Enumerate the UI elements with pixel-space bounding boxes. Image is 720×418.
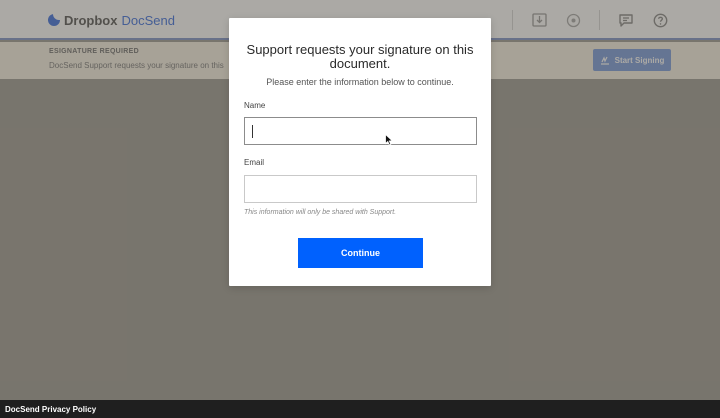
privacy-disclaimer: This information will only be shared wit…	[244, 209, 397, 216]
signature-info-dialog: Support requests your signature on this …	[229, 18, 491, 286]
email-label: Email	[244, 158, 265, 167]
page-footer: DocSend Privacy Policy	[0, 400, 720, 418]
continue-button[interactable]: Continue	[298, 238, 423, 268]
text-caret	[252, 125, 253, 138]
dialog-subtitle: Please enter the information below to co…	[266, 77, 454, 87]
mouse-pointer-icon	[385, 134, 394, 146]
email-field[interactable]	[244, 175, 477, 203]
privacy-policy-link[interactable]: DocSend Privacy Policy	[5, 405, 96, 414]
dialog-title: Support requests your signature on this …	[246, 42, 474, 71]
name-label: Name	[244, 101, 266, 110]
name-field[interactable]	[244, 117, 477, 145]
